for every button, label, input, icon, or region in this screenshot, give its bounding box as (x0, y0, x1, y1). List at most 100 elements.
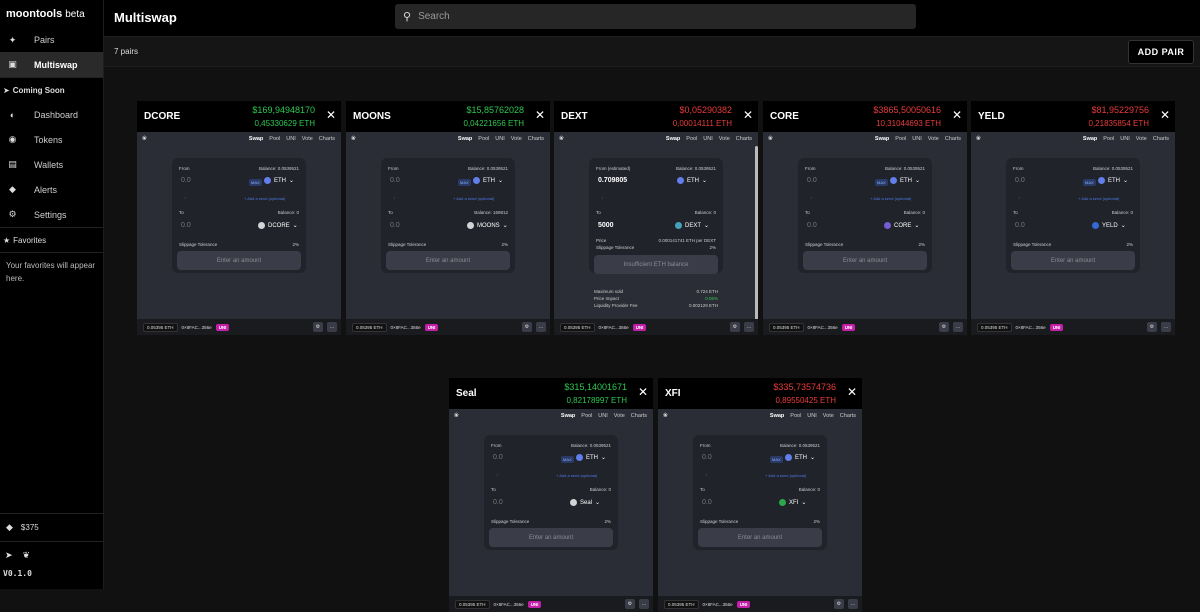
wallet-address[interactable]: 0×8FAC...356e (391, 325, 421, 330)
max-button[interactable]: MAX (875, 179, 888, 186)
enter-amount-button[interactable]: Enter an amount (177, 251, 301, 270)
settings-icon[interactable]: ⚙ (730, 322, 740, 332)
more-icon[interactable]: … (1161, 322, 1171, 332)
tab-vote[interactable]: Vote (823, 413, 834, 419)
to-amount-input[interactable]: 0.0 (493, 499, 503, 506)
tab-charts[interactable]: Charts (736, 136, 752, 142)
from-token-select[interactable]: ETH ⌄ (264, 177, 294, 184)
settings-icon[interactable]: ⚙ (939, 322, 949, 332)
sidebar-item-pairs[interactable]: ✦ Pairs (0, 28, 103, 52)
enter-amount-button[interactable]: Enter an amount (698, 528, 822, 547)
to-token-select[interactable]: DCORE ⌄ (258, 222, 298, 229)
sidebar-item-alerts[interactable]: ◆ Alerts (0, 177, 103, 202)
close-icon[interactable]: ✕ (326, 108, 336, 122)
from-amount-input[interactable]: 0.0 (493, 454, 503, 461)
close-icon[interactable]: ✕ (847, 385, 857, 399)
sidebar-item-multiswap[interactable]: ▣ Multiswap (0, 52, 103, 77)
close-icon[interactable]: ✕ (535, 108, 545, 122)
to-token-select[interactable]: Seal ⌄ (570, 499, 600, 506)
swap-arrow-icon[interactable]: ↓ (184, 195, 186, 200)
swap-arrow-icon[interactable]: ↓ (705, 472, 707, 477)
tab-vote[interactable]: Vote (1136, 136, 1147, 142)
swap-arrow-icon[interactable]: ↓ (1018, 195, 1020, 200)
insufficient-balance-button[interactable]: Insufficient ETH balance (594, 255, 718, 274)
tab-vote[interactable]: Vote (719, 136, 730, 142)
from-token-select[interactable]: ETH ⌄ (1098, 177, 1128, 184)
telegram-icon[interactable]: ➤ (5, 550, 13, 561)
from-token-select[interactable]: ETH ⌄ (473, 177, 503, 184)
swap-arrow-icon[interactable]: ↓ (601, 195, 603, 200)
to-token-select[interactable]: MOONS ⌄ (467, 222, 508, 229)
wallet-address[interactable]: 0×8FAC...356e (599, 325, 629, 330)
from-amount-input[interactable]: 0.709805 (598, 177, 627, 184)
close-icon[interactable]: ✕ (743, 108, 753, 122)
tab-uni[interactable]: UNI (1120, 136, 1129, 142)
tab-uni[interactable]: UNI (912, 136, 921, 142)
add-recipient-link[interactable]: + Add a send (optional) (244, 196, 285, 201)
tab-charts[interactable]: Charts (1153, 136, 1169, 142)
settings-icon[interactable]: ⚙ (625, 599, 635, 609)
add-recipient-link[interactable]: + Add a send (optional) (453, 196, 494, 201)
to-token-select[interactable]: DEXT ⌄ (675, 222, 709, 229)
tab-pool[interactable]: Pool (478, 136, 489, 142)
search-input[interactable] (418, 11, 879, 22)
from-amount-input[interactable]: 0.0 (1015, 177, 1025, 184)
tab-uni[interactable]: UNI (703, 136, 712, 142)
close-icon[interactable]: ✕ (1160, 108, 1170, 122)
tab-pool[interactable]: Pool (790, 413, 801, 419)
tab-pool[interactable]: Pool (686, 136, 697, 142)
tab-uni[interactable]: UNI (495, 136, 504, 142)
max-button[interactable]: MAX (561, 456, 574, 463)
enter-amount-button[interactable]: Enter an amount (386, 251, 510, 270)
tab-charts[interactable]: Charts (319, 136, 335, 142)
enter-amount-button[interactable]: Enter an amount (803, 251, 927, 270)
tab-uni[interactable]: UNI (807, 413, 816, 419)
wallet-address[interactable]: 0×8FAC...356e (182, 325, 212, 330)
to-token-select[interactable]: YELD ⌄ (1092, 222, 1126, 229)
tab-vote[interactable]: Vote (511, 136, 522, 142)
tab-pool[interactable]: Pool (269, 136, 280, 142)
wallet-address[interactable]: 0×8FAC...356e (494, 602, 524, 607)
max-button[interactable]: MAX (1083, 179, 1096, 186)
to-amount-input[interactable]: 0.0 (181, 222, 191, 229)
sidebar-item-tokens[interactable]: ◉ Tokens (0, 127, 103, 152)
tab-swap[interactable]: Swap (458, 136, 472, 142)
to-amount-input[interactable]: 0.0 (390, 222, 400, 229)
search-box[interactable]: ⚲ (395, 4, 916, 29)
to-amount-input[interactable]: 0.0 (702, 499, 712, 506)
from-token-select[interactable]: ETH ⌄ (677, 177, 707, 184)
tab-vote[interactable]: Vote (614, 413, 625, 419)
enter-amount-button[interactable]: Enter an amount (1011, 251, 1135, 270)
to-token-select[interactable]: XFI ⌄ (779, 499, 806, 506)
more-icon[interactable]: … (536, 322, 546, 332)
tab-pool[interactable]: Pool (581, 413, 592, 419)
from-amount-input[interactable]: 0.0 (702, 454, 712, 461)
settings-icon[interactable]: ⚙ (834, 599, 844, 609)
swap-arrow-icon[interactable]: ↓ (393, 195, 395, 200)
tab-swap[interactable]: Swap (1083, 136, 1097, 142)
tab-charts[interactable]: Charts (528, 136, 544, 142)
tab-vote[interactable]: Vote (302, 136, 313, 142)
tab-charts[interactable]: Charts (631, 413, 647, 419)
tab-swap[interactable]: Swap (770, 413, 784, 419)
scrollbar[interactable] (755, 146, 758, 321)
wallet-address[interactable]: 0×8FAC...356e (808, 325, 838, 330)
tab-swap[interactable]: Swap (666, 136, 680, 142)
tab-charts[interactable]: Charts (840, 413, 856, 419)
add-recipient-link[interactable]: + Add a send (optional) (870, 196, 911, 201)
from-amount-input[interactable]: 0.0 (390, 177, 400, 184)
settings-icon[interactable]: ⚙ (1147, 322, 1157, 332)
max-button[interactable]: MAX (458, 179, 471, 186)
brand-logo[interactable]: moontools beta (0, 0, 103, 28)
settings-icon[interactable]: ⚙ (522, 322, 532, 332)
from-token-select[interactable]: ETH ⌄ (576, 454, 606, 461)
more-icon[interactable]: … (953, 322, 963, 332)
settings-icon[interactable]: ⚙ (313, 322, 323, 332)
more-icon[interactable]: … (744, 322, 754, 332)
max-button[interactable]: MAX (249, 179, 262, 186)
add-recipient-link[interactable]: + Add a send (optional) (765, 473, 806, 478)
from-amount-input[interactable]: 0.0 (181, 177, 191, 184)
sidebar-item-wallets[interactable]: ▤ Wallets (0, 152, 103, 177)
to-token-select[interactable]: CORE ⌄ (884, 222, 919, 229)
tab-uni[interactable]: UNI (286, 136, 295, 142)
